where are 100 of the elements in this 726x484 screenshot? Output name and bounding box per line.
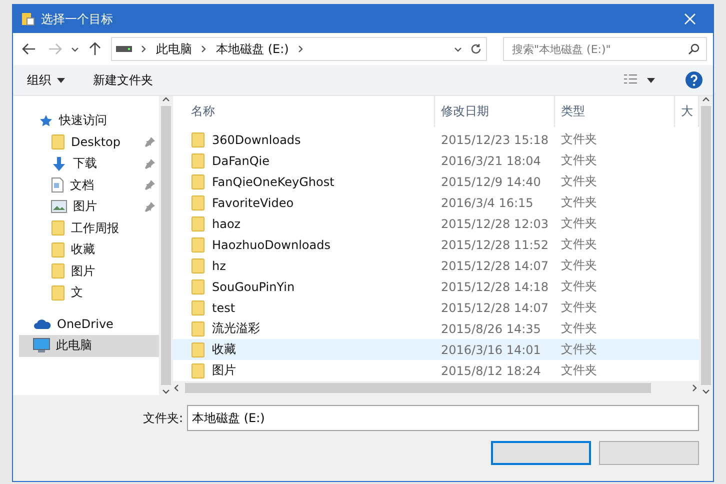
chevron-left-icon <box>173 384 181 392</box>
date-cell-text: 2016/3/21 18:04 <box>440 154 542 168</box>
type-cell-text: 文件夹 <box>560 131 598 148</box>
caret-icon <box>57 78 65 82</box>
file-name: HaozhuoDownloads <box>212 238 330 252</box>
type-cell-text: 文件夹 <box>560 362 598 380</box>
file-name: test <box>212 300 236 315</box>
sidebar-item[interactable]: 文档 <box>19 174 159 196</box>
file-row[interactable]: FavoriteVideo 2016/3/4 16:15 文件夹 <box>173 192 699 214</box>
file-row[interactable]: 图片 2015/8/12 18:24 文件夹 <box>173 360 699 382</box>
dropdown-caret-icon <box>71 45 79 53</box>
address-bar[interactable]: 此电脑 本地磁盘 (E:) <box>111 37 487 61</box>
folder-icon <box>191 174 205 190</box>
folder-input[interactable]: 本地磁盘 (E:) <box>187 405 699 431</box>
field-label: 文件夹: <box>143 410 184 426</box>
pin-icon[interactable] <box>145 180 155 190</box>
scrollbar[interactable] <box>173 381 699 395</box>
sidebar-item[interactable]: 快速访问 <box>19 110 159 132</box>
sidebar-item[interactable]: 工作周报 <box>19 218 159 239</box>
date-cell-text: 2015/12/28 14:18 <box>440 280 550 294</box>
sidebar-item[interactable]: 收藏 <box>19 239 159 260</box>
chevron-down-icon <box>702 387 710 395</box>
sidebar-item[interactable]: 图片 <box>19 260 159 282</box>
scrollbar[interactable] <box>159 96 173 395</box>
up-arrow-icon <box>89 42 101 56</box>
file-name: 360Downloads <box>212 132 301 147</box>
sidebar-item[interactable]: Desktop <box>19 132 159 153</box>
blank-button[interactable] <box>491 441 591 465</box>
folder-icon <box>191 258 205 274</box>
column-header[interactable]: 类型 <box>555 96 675 128</box>
file-row[interactable]: test 2015/12/28 14:07 文件夹 <box>173 297 699 318</box>
chevron-right-icon <box>200 45 208 53</box>
forward-arrow-icon <box>48 43 62 55</box>
file-row[interactable]: DaFanQie 2016/3/21 18:04 文件夹 <box>173 150 699 172</box>
file-name: FavoriteVideo <box>212 196 294 210</box>
search-box[interactable]: 搜索"本地磁盘 (E:)" <box>503 37 707 61</box>
file-row[interactable]: hz 2015/12/28 14:07 文件夹 <box>173 255 699 276</box>
file-name: SouGouPinYin <box>212 280 295 294</box>
file-row[interactable]: 360Downloads 2015/12/23 15:18 文件夹 <box>173 129 699 150</box>
folder-icon <box>51 220 65 236</box>
sidebar-item[interactable]: 此电脑 <box>19 335 159 356</box>
sidebar-item[interactable]: 文 <box>19 282 159 304</box>
pin-icon[interactable] <box>145 137 155 148</box>
pin-icon[interactable] <box>145 158 155 169</box>
dropdown-caret-icon <box>454 45 462 53</box>
picture-icon <box>51 200 67 214</box>
chevron-right-icon <box>296 45 305 53</box>
new-folder-button[interactable]: 新建文件夹 <box>93 72 153 88</box>
search-icon <box>688 43 700 55</box>
file-row[interactable]: 流光溢彩 2015/8/26 14:35 文件夹 <box>173 318 699 340</box>
drive-icon <box>116 45 132 53</box>
sidebar-item[interactable]: 图片 <box>19 196 159 218</box>
folder-icon <box>191 132 205 148</box>
file-row[interactable]: haoz 2015/12/28 12:03 文件夹 <box>173 213 699 234</box>
breadcrumb[interactable]: 本地磁盘 (E:) <box>216 40 289 58</box>
folder-icon <box>51 263 65 280</box>
chevron-up-icon <box>702 96 710 104</box>
folder-icon <box>51 134 65 150</box>
date-cell-text: 2016/3/4 16:15 <box>440 196 534 210</box>
type-cell-text: 文件夹 <box>560 152 598 170</box>
sidebar-item[interactable]: 下载 <box>19 153 159 174</box>
organize-button[interactable]: 组织 <box>27 72 65 88</box>
date-cell-text: 2015/8/26 14:35 <box>440 322 542 336</box>
document-icon <box>51 177 64 194</box>
chevron-right-icon <box>691 384 699 392</box>
folder-icon <box>191 152 205 169</box>
date-cell-text: 2015/12/28 14:07 <box>440 300 550 315</box>
scrollbar[interactable] <box>699 96 713 395</box>
column-header[interactable]: 名称 <box>185 96 435 128</box>
date-cell-text: 2015/12/23 15:18 <box>440 132 550 147</box>
date-cell-text: 2015/12/28 14:07 <box>440 258 550 273</box>
window-title: 选择一个目标 <box>41 10 114 28</box>
breadcrumb[interactable]: 此电脑 <box>156 40 192 58</box>
blank-button[interactable] <box>599 441 699 465</box>
help-icon[interactable] <box>685 71 703 89</box>
close-icon <box>684 13 696 25</box>
sidebar-item[interactable]: OneDrive <box>19 314 159 335</box>
folder-icon <box>191 362 205 379</box>
chevron-up-icon <box>162 96 170 104</box>
folder-icon <box>191 342 205 358</box>
type-cell-text: 文件夹 <box>560 173 598 190</box>
folder-icon <box>191 278 205 295</box>
type-cell-text: 文件夹 <box>560 320 598 338</box>
refresh-icon[interactable] <box>470 43 482 55</box>
file-name: 流光溢彩 <box>212 320 260 338</box>
file-name: 图片 <box>212 362 236 380</box>
file-row[interactable]: SouGouPinYin 2015/12/28 14:18 文件夹 <box>173 276 699 298</box>
file-row[interactable]: FanQieOneKeyGhost 2015/12/9 14:40 文件夹 <box>173 171 699 192</box>
file-name: DaFanQie <box>212 154 270 168</box>
column-header[interactable]: 修改日期 <box>435 96 555 128</box>
file-row[interactable]: 收藏 2016/3/16 14:01 文件夹 <box>173 339 699 360</box>
computer-icon <box>33 338 50 354</box>
file-name: 收藏 <box>212 341 236 358</box>
type-cell-text: 文件夹 <box>560 299 598 316</box>
view-options-icon[interactable] <box>623 74 657 86</box>
folder-icon <box>191 194 205 211</box>
folder-icon <box>51 284 65 301</box>
file-row[interactable]: HaozhuoDownloads 2015/12/28 11:52 文件夹 <box>173 234 699 256</box>
date-cell-text: 2015/12/28 12:03 <box>440 216 550 231</box>
pin-icon[interactable] <box>145 202 155 212</box>
